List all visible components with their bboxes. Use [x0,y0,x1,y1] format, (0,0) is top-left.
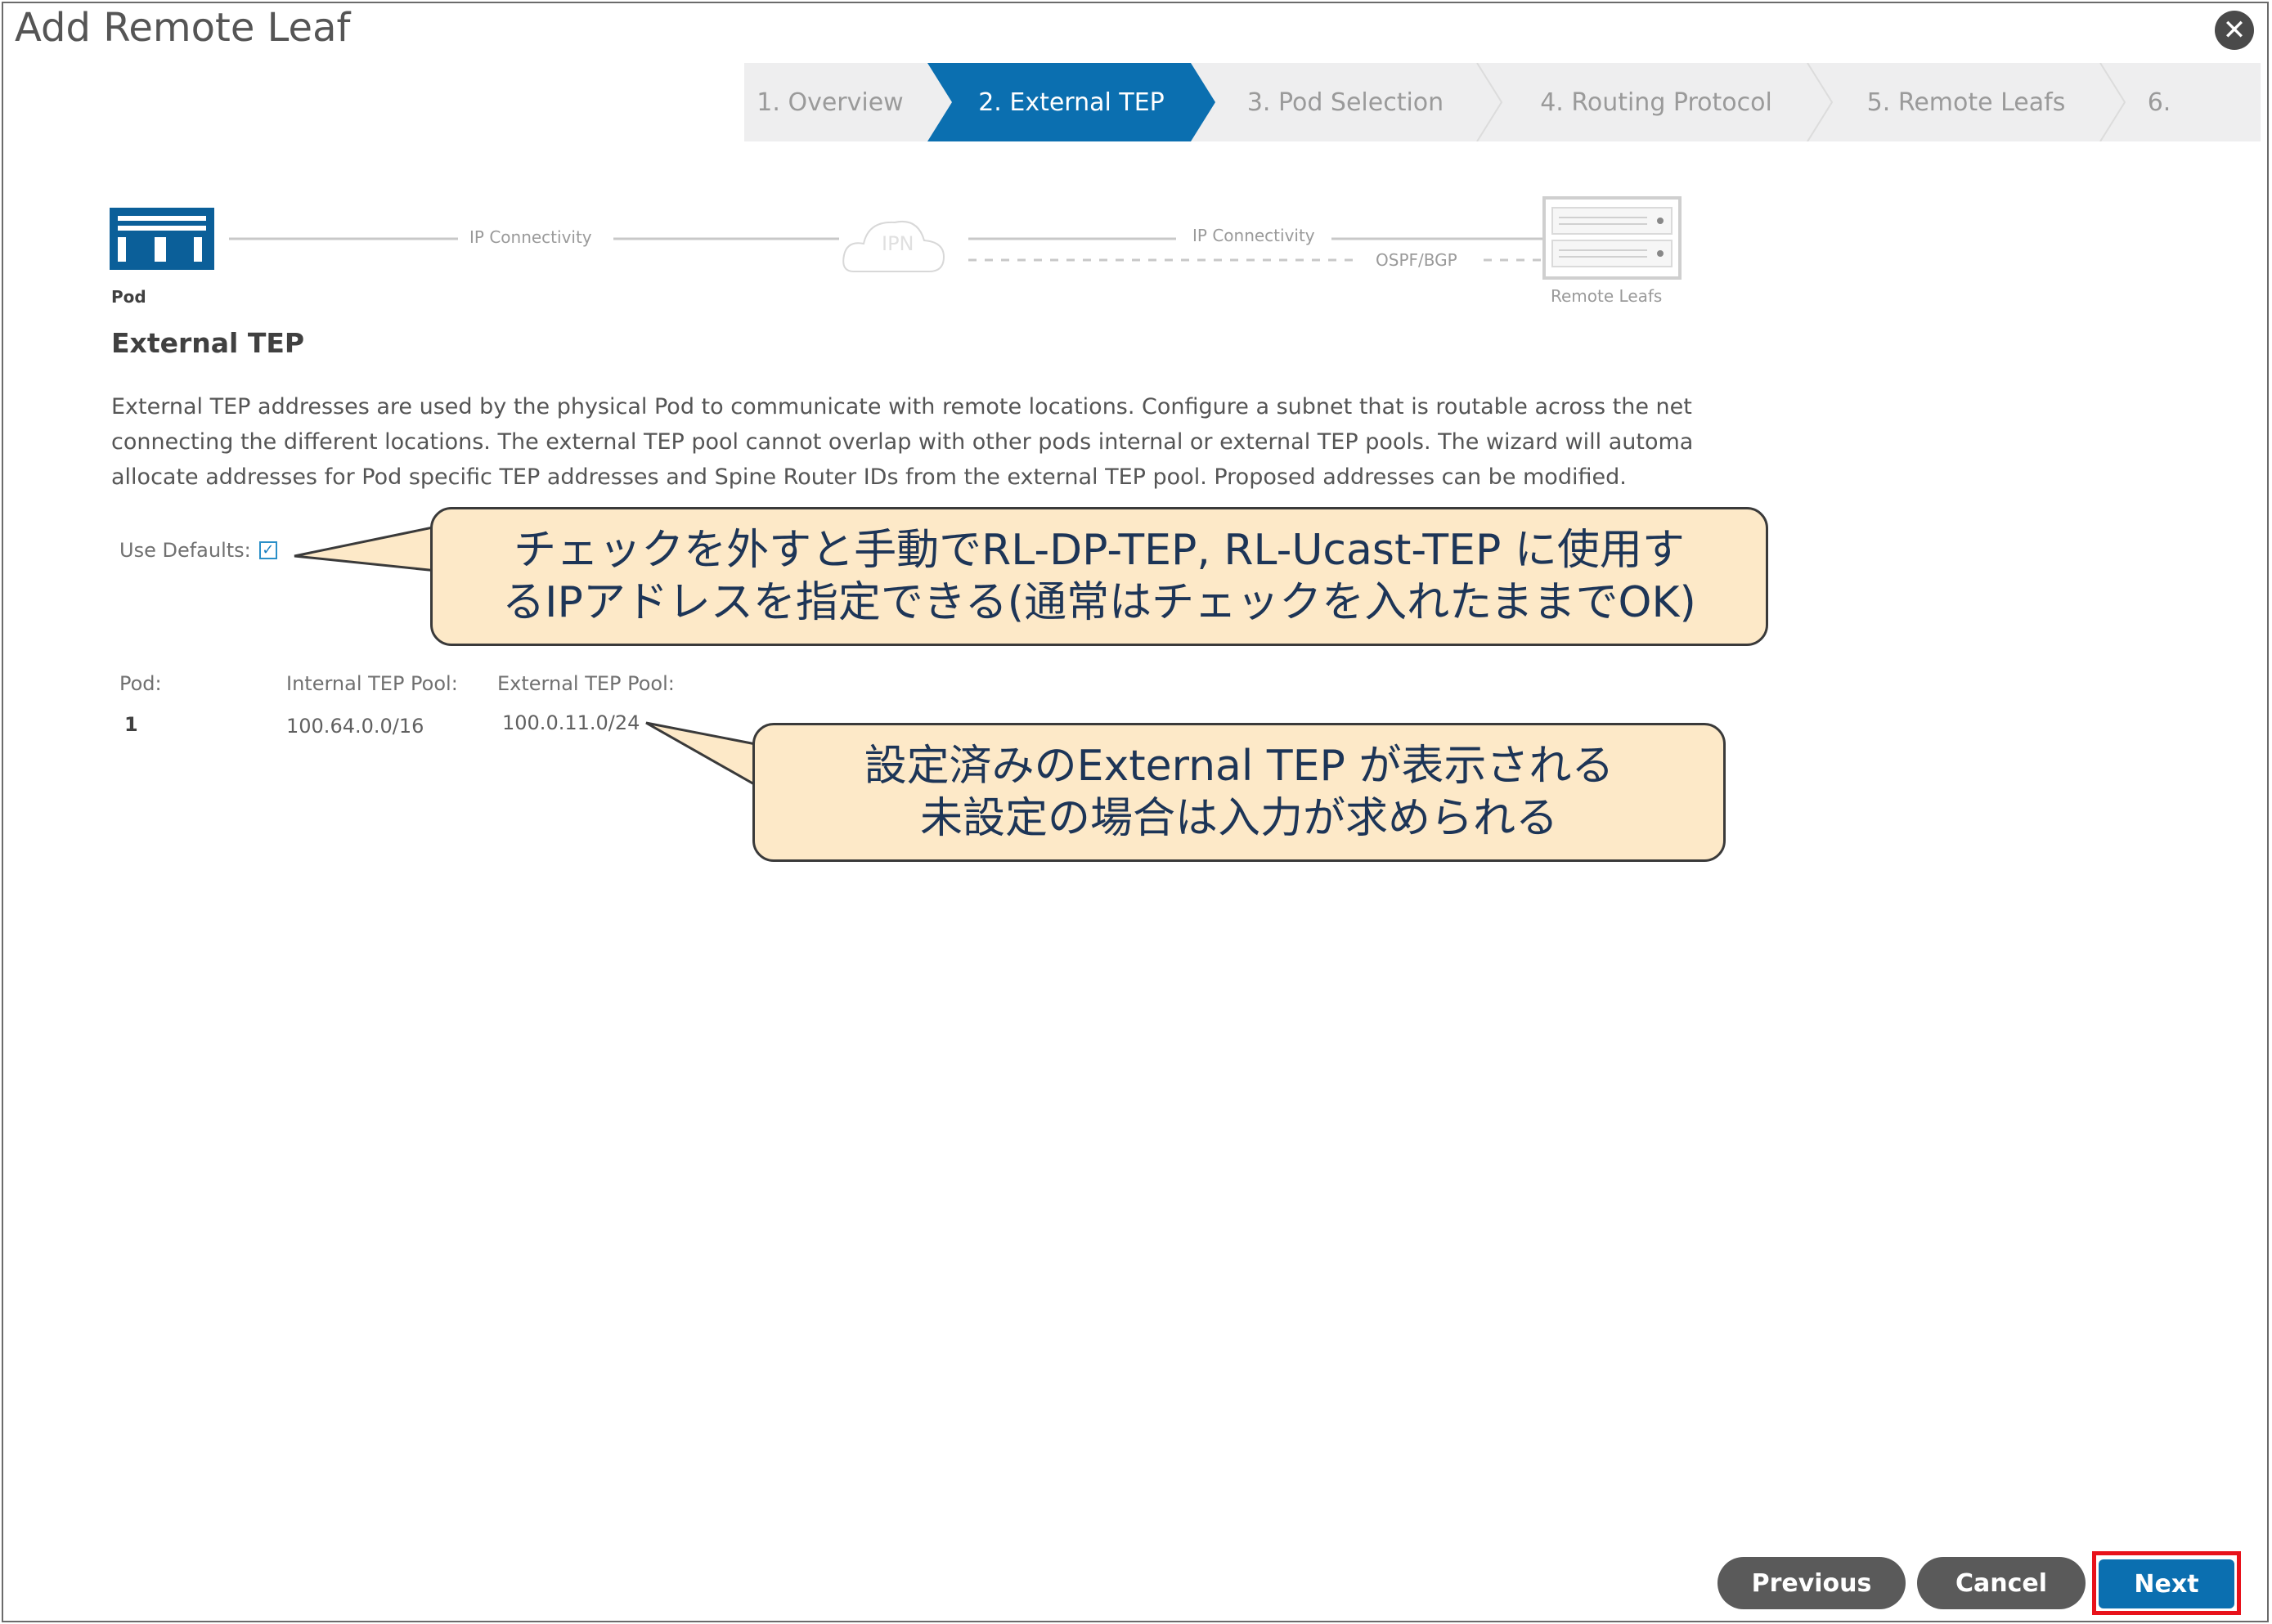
previous-button[interactable]: Previous [1717,1557,1906,1609]
next-highlight-box [2092,1551,2241,1615]
callout-line: チェックを外すと手動でRL-DP-TEP, RL-Ucast-TEP に使用す [514,526,1685,575]
cancel-button[interactable]: Cancel [1917,1557,2086,1609]
callout-line: るIPアドレスを指定できる(通常はチェックを入れたままでOK) [502,578,1696,627]
callout-line: 未設定の場合は入力が求められる [919,794,1558,843]
use-defaults-callout: チェックを外すと手動でRL-DP-TEP, RL-Ucast-TEP に使用す … [430,507,1768,646]
callout-pointer [645,721,757,787]
external-tep-callout: 設定済みのExternal TEP が表示される 未設定の場合は入力が求められる [752,723,1726,862]
callout-line: 設定済みのExternal TEP が表示される [864,742,1614,791]
callout-pointer [294,525,438,572]
wizard-dialog: Add Remote Leaf ✕ 1. Overview 2. Externa… [2,2,2269,1622]
